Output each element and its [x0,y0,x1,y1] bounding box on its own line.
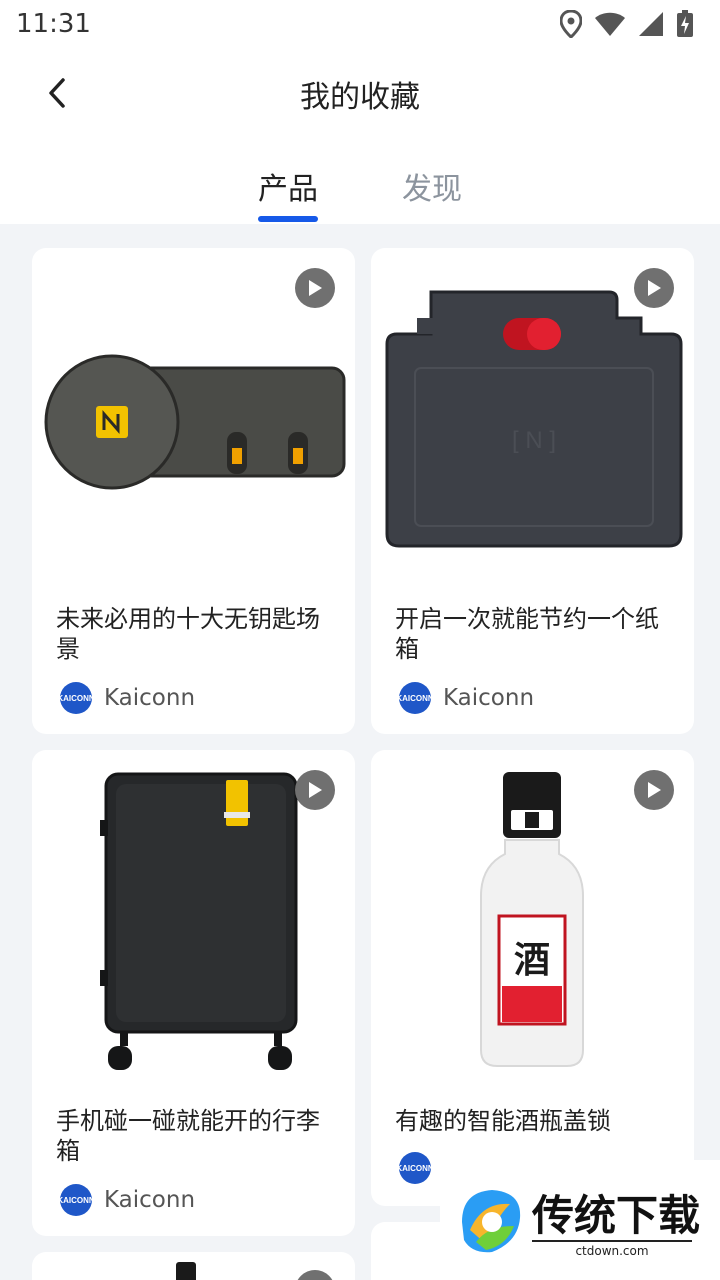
kaiconn-logo: KAICONN [57,1184,95,1216]
brand: KAICONN Kaiconn [396,682,535,714]
card-title: 开启一次就能节约一个纸箱 [395,605,659,663]
favorite-card[interactable]: 手机碰一碰就能开的行李箱 KAICONN Kaiconn [32,750,355,1236]
watermark: 传统下载 ctdown.com [440,1160,720,1280]
tab-bar: 产品 发现 [0,134,720,224]
card-title: 手机碰一碰就能开的行李箱 [56,1107,320,1165]
tab-discover[interactable]: 发现 [382,164,482,208]
card-title: 未来必用的十大无钥匙场景 [56,605,320,663]
page-title: 我的收藏 [300,80,420,115]
svg-text:[ N ]: [ N ] [512,427,556,454]
status-icons [560,10,694,38]
play-triangle-icon [648,782,661,798]
play-triangle-icon [309,280,322,296]
ctdown-logo-icon [462,1190,521,1253]
location-icon [560,10,582,38]
favorites-grid: 未来必用的十大无钥匙场景 KAICONN Kaiconn [ N ] 开启一次就… [0,224,720,1280]
kaiconn-logo: KAICONN [396,682,434,714]
app-bar: 我的收藏 [0,50,720,134]
favorite-card[interactable]: 酒 有趣的智能酒瓶盖锁 KAICONN [371,750,694,1206]
favorite-card[interactable] [32,1252,355,1280]
watermark-text: 传统下载 [532,1191,701,1240]
brand: KAICONN [396,1152,434,1184]
kaiconn-logo: KAICONN [57,682,95,714]
status-bar: 11:31 [0,0,720,50]
tab-indicator [258,216,318,222]
brand-name: Kaiconn [104,1187,196,1213]
card-title: 有趣的智能酒瓶盖锁 [395,1107,611,1135]
play-triangle-icon [309,782,322,798]
play-icon[interactable] [634,770,674,810]
watermark-url: ctdown.com [532,1240,692,1258]
battery-charging-icon [677,10,693,37]
product-image-partial [176,1262,196,1280]
kaiconn-logo: KAICONN [396,1152,434,1184]
signal-icon [639,12,663,36]
tab-products[interactable]: 产品 [238,164,338,208]
brand: KAICONN Kaiconn [57,1184,196,1216]
brand: KAICONN Kaiconn [57,682,196,714]
wifi-icon [595,12,625,36]
bottle-label: 酒 [514,940,550,981]
favorite-card[interactable]: [ N ] 开启一次就能节约一个纸箱 KAICONN Kaiconn [371,248,694,734]
play-icon[interactable] [295,770,335,810]
brand-name: Kaiconn [104,685,196,711]
play-icon[interactable] [295,268,335,308]
play-icon[interactable] [295,1270,335,1280]
brand-name: Kaiconn [443,685,535,711]
play-triangle-icon [648,280,661,296]
play-icon[interactable] [634,268,674,308]
favorite-card[interactable]: 未来必用的十大无钥匙场景 KAICONN Kaiconn [32,248,355,734]
status-time: 11:31 [16,9,91,39]
